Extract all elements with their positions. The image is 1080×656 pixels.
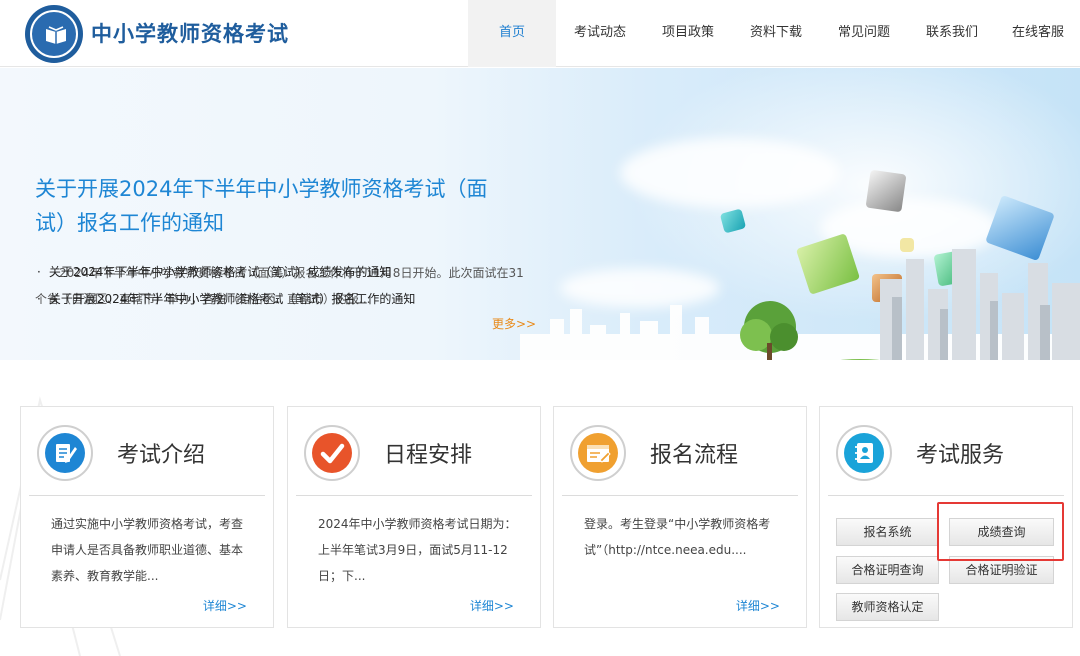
card-description: 登录。考生登录“中小学教师资格考试”（http://ntce.neea.edu.… <box>584 517 771 557</box>
card-icon-ring <box>37 425 93 481</box>
card-detail-link[interactable]: 详细>> <box>203 597 247 614</box>
logo-emblem <box>30 10 78 58</box>
site-header: 中小学教师资格考试 首页 考试动态 项目政策 资料下载 常见问题 联系我们 在线… <box>0 0 1080 67</box>
nav-item-exam-news[interactable]: 考试动态 <box>556 0 644 67</box>
card-icon-ring <box>836 425 892 481</box>
main-nav: 首页 考试动态 项目政策 资料下载 常见问题 联系我们 在线客服 <box>468 0 1080 67</box>
news-link[interactable]: 关于2024年下半年中小学教师资格考试（笔试）成绩发布的通知 <box>37 259 415 286</box>
banner-headline[interactable]: 关于开展2024年下半年中小学教师资格考试（面试）报名工作的通知 <box>35 172 515 240</box>
card-schedule: 日程安排 2024年中小学教师资格考试日期为：上半年笔试3月9日，面试5月11-… <box>287 406 541 628</box>
score-query-highlight <box>937 502 1064 561</box>
card-exam-intro: 考试介绍 通过实施中小学教师资格考试，考查申请人是否具备教师职业道德、基本素养、… <box>20 406 274 628</box>
card-title: 考试介绍 <box>117 443 206 468</box>
certificate-query-button[interactable]: 合格证明查询 <box>836 556 939 584</box>
address-book-icon <box>844 433 884 473</box>
card-registration-process: 报名流程 登录。考生登录“中小学教师资格考试”（http://ntce.neea… <box>553 406 807 628</box>
card-description: 2024年中小学教师资格考试日期为：上半年笔试3月9日，面试5月11-12日；下… <box>318 517 517 583</box>
document-pen-icon <box>45 433 85 473</box>
cloud <box>620 138 840 208</box>
divider <box>296 495 532 496</box>
news-link[interactable]: 关于开展2024年下半年中小学教师资格考试（笔试）报名工作的通知 <box>37 286 416 313</box>
news-link-list: 关于2024年下半年中小学教师资格考试（笔试）成绩发布的通知 关于开展2024年… <box>37 259 416 313</box>
nav-item-contact[interactable]: 联系我们 <box>908 0 996 67</box>
card-icon-ring <box>570 425 626 481</box>
nav-item-home[interactable]: 首页 <box>468 0 556 67</box>
nav-item-policy[interactable]: 项目政策 <box>644 0 732 67</box>
checkmark-icon <box>312 433 352 473</box>
teacher-qualification-button[interactable]: 教师资格认定 <box>836 593 939 621</box>
nav-item-online-service[interactable]: 在线客服 <box>996 0 1080 67</box>
registration-form-icon <box>578 433 618 473</box>
card-detail-link[interactable]: 详细>> <box>470 597 514 614</box>
cube-decoration <box>865 169 907 213</box>
nav-item-downloads[interactable]: 资料下载 <box>732 0 820 67</box>
site-title: 中小学教师资格考试 <box>91 22 289 46</box>
card-description: 通过实施中小学教师资格考试，考查申请人是否具备教师职业道德、基本素养、教育教学能… <box>51 517 244 583</box>
divider <box>29 495 265 496</box>
city-skyline <box>520 249 1080 360</box>
card-detail-link[interactable]: 详细>> <box>736 597 780 614</box>
book-icon <box>46 26 66 44</box>
divider <box>562 495 798 496</box>
more-news-link[interactable]: 更多>> <box>492 315 536 332</box>
registration-system-button[interactable]: 报名系统 <box>836 518 939 546</box>
nav-item-faq[interactable]: 常见问题 <box>820 0 908 67</box>
card-title: 日程安排 <box>384 443 473 468</box>
card-icon-ring <box>304 425 360 481</box>
news-banner: 关于开展2024年下半年中小学教师资格考试（面试）报名工作的通知 2024年下半… <box>0 68 1080 360</box>
card-title: 报名流程 <box>650 443 739 468</box>
site-logo[interactable] <box>25 5 83 63</box>
divider <box>828 495 1064 496</box>
card-title: 考试服务 <box>916 443 1005 468</box>
